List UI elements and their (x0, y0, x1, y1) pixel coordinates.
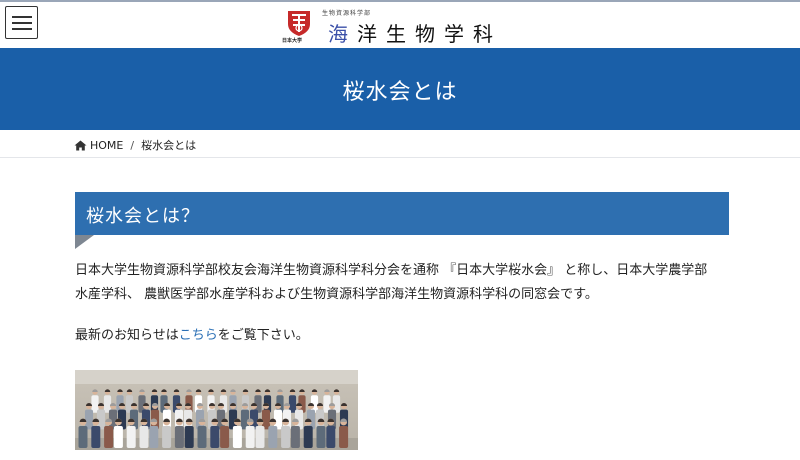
department-name: 海洋生物学科 (328, 18, 502, 47)
breadcrumb: HOME / 桜水会とは (74, 137, 196, 153)
group-photo (75, 370, 358, 450)
news-link[interactable]: こちら (179, 328, 218, 343)
news-paragraph: 最新のお知らせはこちらをご覧下さい。 (75, 324, 309, 348)
page-title: 桜水会とは (342, 80, 458, 105)
breadcrumb-home-link[interactable]: HOME (90, 139, 123, 152)
menu-bar (12, 22, 32, 24)
section-heading: 桜水会とは？ (75, 192, 729, 235)
breadcrumb-current: 桜水会とは (141, 139, 197, 152)
department-name-first-char: 海 (328, 22, 357, 46)
page-hero: 桜水会とは (0, 48, 800, 130)
department-name-rest: 洋生物学科 (357, 22, 502, 46)
site-header: 日本大学 生物資源科学部 海洋生物学科 (0, 0, 800, 48)
menu-bar (12, 28, 32, 30)
university-name-small: 日本大学 (282, 38, 303, 44)
home-icon (74, 140, 87, 150)
menu-bar (12, 16, 32, 18)
divider (0, 157, 800, 158)
menu-icon[interactable] (5, 6, 38, 39)
crest-icon: 日本大学 (282, 8, 314, 44)
intro-line-2: 水産学科、 農獣医学部水産学科および生物資源科学部海洋生物資源科学科の同窓会です… (75, 287, 598, 302)
breadcrumb-separator: / (130, 138, 135, 152)
section-heading-text: 桜水会とは？ (86, 206, 200, 227)
site-logo[interactable]: 日本大学 生物資源科学部 海洋生物学科 (282, 8, 493, 46)
section-heading-tab (75, 235, 94, 249)
news-text-after: をご覧下さい。 (217, 328, 309, 343)
faculty-name: 生物資源科学部 (322, 10, 372, 17)
intro-paragraph: 日本大学生物資源科学部校友会海洋生物資源科学科分会を通称 『日本大学桜水会』 と… (75, 259, 707, 307)
intro-line-1: 日本大学生物資源科学部校友会海洋生物資源科学科分会を通称 『日本大学桜水会』 と… (75, 263, 708, 278)
news-text-before: 最新のお知らせは (75, 328, 179, 343)
